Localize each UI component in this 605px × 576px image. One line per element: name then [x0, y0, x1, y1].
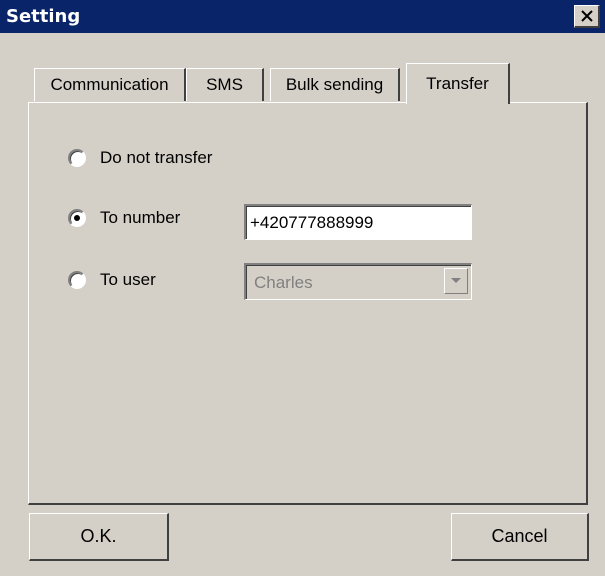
window-title: Setting — [6, 6, 81, 27]
dropdown-button[interactable] — [444, 268, 468, 294]
tab-bulk-sending-label: Bulk sending — [285, 75, 384, 94]
title-bar[interactable]: Setting — [0, 0, 605, 33]
radio-button[interactable] — [68, 149, 86, 167]
radio-selected-dot — [74, 215, 80, 221]
radio-label: Do not transfer — [100, 148, 213, 167]
radio-to-user[interactable]: To user — [68, 268, 156, 292]
radio-label: To number — [100, 208, 181, 227]
tab-bulk-sending[interactable]: Bulk sending — [270, 68, 400, 101]
cancel-button[interactable]: Cancel — [451, 513, 589, 561]
user-select-value: Charles — [254, 273, 313, 292]
radio-do-not-transfer[interactable]: Do not transfer — [68, 146, 212, 170]
ok-button[interactable]: O.K. — [29, 513, 169, 561]
ok-button-label: O.K. — [80, 526, 117, 546]
radio-button[interactable] — [68, 271, 86, 289]
close-button[interactable] — [574, 5, 600, 28]
tab-communication-label: Communication — [50, 75, 169, 94]
tab-communication[interactable]: Communication — [34, 68, 186, 101]
radio-button[interactable] — [68, 209, 86, 227]
tab-transfer[interactable]: Transfer — [406, 63, 510, 104]
cancel-button-label: Cancel — [491, 526, 548, 546]
tab-sms[interactable]: SMS — [186, 68, 264, 101]
radio-label: To user — [100, 270, 156, 289]
phone-number-input[interactable]: +420777888999 — [244, 204, 472, 240]
tab-transfer-label: Transfer — [426, 74, 489, 93]
tab-sms-label: SMS — [206, 75, 243, 94]
close-icon — [581, 10, 593, 22]
chevron-down-icon — [451, 278, 461, 283]
radio-to-number[interactable]: To number — [68, 206, 180, 230]
user-select[interactable]: Charles — [244, 263, 472, 300]
setting-dialog: Setting Communication SMS Bulk sending T… — [0, 0, 605, 576]
